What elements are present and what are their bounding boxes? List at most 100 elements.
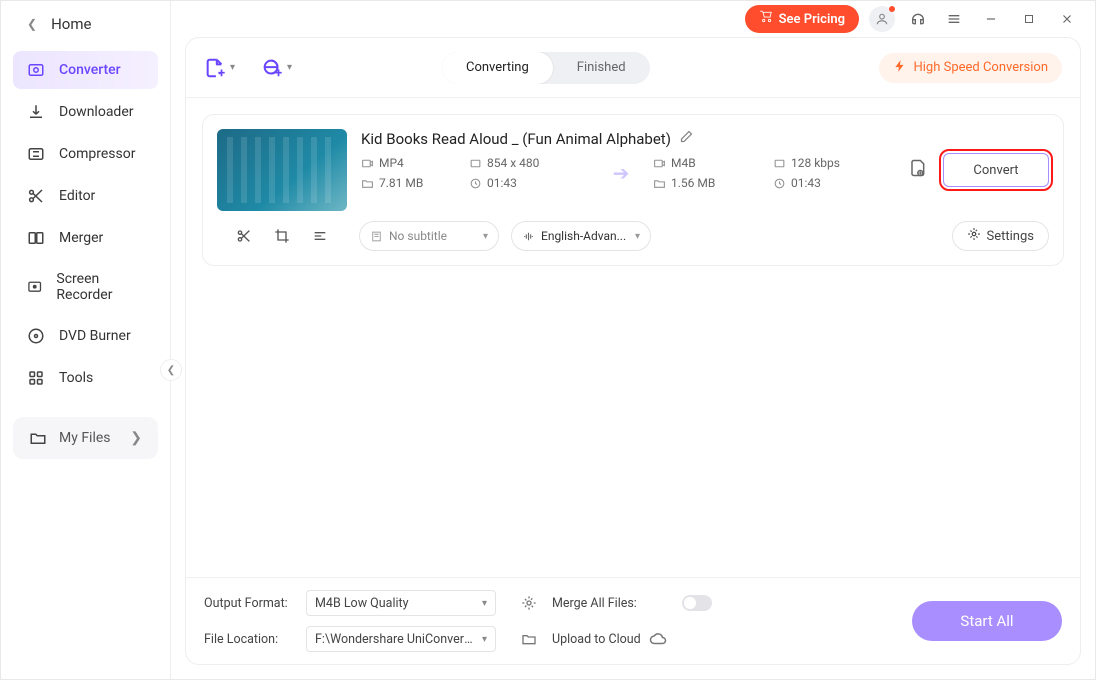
chevron-down-icon: ▾ — [230, 62, 235, 73]
arrow-right-icon: ➔ — [599, 161, 643, 185]
sidebar-nav: Converter Downloader Compressor Editor — [1, 47, 170, 405]
start-all-button[interactable]: Start All — [912, 601, 1062, 641]
record-icon — [27, 278, 42, 296]
source-format: MP4 — [361, 156, 459, 170]
edit-title-icon[interactable] — [679, 129, 694, 148]
hsc-label: High Speed Conversion — [913, 60, 1048, 75]
sidebar-item-label: Tools — [59, 370, 93, 386]
output-format-value: M4B Low Quality — [315, 596, 409, 611]
chevron-down-icon: ▾ — [482, 598, 487, 609]
see-pricing-button[interactable]: See Pricing — [745, 5, 859, 33]
settings-label: Settings — [987, 229, 1034, 244]
source-duration: 01:43 — [469, 176, 589, 190]
task-list: Kid Books Read Aloud _ (Fun Animal Alpha… — [186, 98, 1080, 282]
headset-icon[interactable] — [905, 6, 931, 32]
file-location-value: F:\Wondershare UniConverter 1 — [315, 632, 476, 647]
source-size: 7.81 MB — [361, 176, 459, 190]
add-file-button[interactable]: + ▾ — [204, 57, 235, 79]
scissors-icon — [27, 187, 45, 205]
mini-tools — [217, 228, 347, 244]
my-files-label: My Files — [59, 430, 111, 446]
task-settings-button[interactable]: Settings — [952, 221, 1049, 251]
sidebar-item-label: Converter — [59, 62, 121, 78]
gear-icon — [967, 227, 981, 245]
task-options-icon[interactable] — [907, 158, 927, 182]
target-duration: 01:43 — [773, 176, 893, 190]
add-url-button[interactable]: + ▾ — [261, 57, 292, 79]
chevron-down-icon: ▾ — [287, 62, 292, 73]
sidebar-item-screen-recorder[interactable]: Screen Recorder — [13, 261, 158, 313]
tab-converting[interactable]: Converting — [442, 52, 553, 84]
main-area: See Pricing — [171, 1, 1095, 679]
merger-icon — [27, 229, 45, 247]
compressor-icon — [27, 145, 45, 163]
sidebar-item-label: DVD Burner — [59, 328, 131, 344]
sidebar-collapse-button[interactable]: ❮ — [160, 359, 182, 381]
sidebar-item-label: Downloader — [59, 104, 134, 120]
upload-label: Upload to Cloud — [552, 632, 641, 647]
sidebar-item-compressor[interactable]: Compressor — [13, 135, 158, 173]
sidebar-item-label: Merger — [59, 230, 103, 246]
download-icon — [27, 103, 45, 121]
tabs: Converting Finished — [442, 52, 650, 84]
chevron-left-icon: ❮ — [27, 17, 37, 31]
footer-bar: Output Format: M4B Low Quality ▾ Merge A… — [186, 577, 1080, 664]
audio-icon — [522, 230, 535, 243]
subtitle-dropdown[interactable]: No subtitle ▾ — [359, 221, 499, 251]
output-settings-icon[interactable] — [516, 595, 542, 611]
effects-icon[interactable] — [312, 228, 328, 244]
source-resolution: 854 x 480 — [469, 156, 589, 170]
minimize-button[interactable] — [977, 5, 1005, 33]
home-button[interactable]: ❮ Home — [1, 1, 170, 47]
cloud-icon[interactable] — [649, 630, 667, 648]
converter-icon — [27, 61, 45, 79]
sidebar-item-editor[interactable]: Editor — [13, 177, 158, 215]
my-files-button[interactable]: My Files ❯ — [13, 417, 158, 459]
output-format-label: Output Format: — [204, 596, 296, 611]
sidebar-item-dvd-burner[interactable]: DVD Burner — [13, 317, 158, 355]
subtitle-icon — [370, 230, 383, 243]
target-format: M4B — [653, 156, 763, 170]
crop-icon[interactable] — [274, 228, 290, 244]
sidebar-item-tools[interactable]: Tools — [13, 359, 158, 397]
account-icon[interactable] — [869, 6, 895, 32]
chevron-down-icon: ▾ — [635, 231, 640, 242]
task-card: Kid Books Read Aloud _ (Fun Animal Alpha… — [202, 114, 1064, 266]
home-label: Home — [51, 15, 91, 33]
maximize-button[interactable] — [1015, 5, 1043, 33]
sidebar: ❮ Home Converter Downloader Compressor — [1, 1, 171, 679]
sidebar-item-downloader[interactable]: Downloader — [13, 93, 158, 131]
video-thumbnail[interactable] — [217, 129, 347, 211]
output-format-select[interactable]: M4B Low Quality ▾ — [306, 590, 496, 616]
chevron-down-icon: ▾ — [482, 634, 487, 645]
merge-label: Merge All Files: — [552, 596, 672, 611]
cart-icon — [759, 10, 773, 28]
menu-icon[interactable] — [941, 6, 967, 32]
open-folder-icon[interactable] — [516, 631, 542, 647]
sidebar-item-converter[interactable]: Converter — [13, 51, 158, 89]
sidebar-item-label: Compressor — [59, 146, 135, 162]
tab-finished[interactable]: Finished — [553, 52, 650, 84]
disc-icon — [27, 327, 45, 345]
subtitle-value: No subtitle — [389, 229, 447, 243]
chevron-right-icon: ❯ — [130, 430, 142, 446]
pricing-label: See Pricing — [779, 12, 845, 27]
trim-icon[interactable] — [236, 228, 252, 244]
sidebar-item-label: Editor — [59, 188, 95, 204]
content-toolbar: + ▾ + ▾ Converting Finished — [186, 38, 1080, 98]
titlebar: See Pricing — [171, 1, 1095, 37]
sidebar-item-label: Screen Recorder — [56, 271, 144, 303]
audio-value: English-Advan... — [541, 229, 626, 243]
file-location-label: File Location: — [204, 632, 296, 647]
lightning-icon — [893, 59, 907, 77]
close-button[interactable] — [1053, 5, 1081, 33]
target-bitrate: 128 kbps — [773, 156, 893, 170]
sidebar-item-merger[interactable]: Merger — [13, 219, 158, 257]
chevron-down-icon: ▾ — [483, 231, 488, 242]
convert-button[interactable]: Convert — [943, 153, 1049, 187]
file-location-select[interactable]: F:\Wondershare UniConverter 1 ▾ — [306, 626, 496, 652]
high-speed-conversion-button[interactable]: High Speed Conversion — [879, 53, 1062, 83]
folder-icon — [29, 429, 47, 447]
audio-dropdown[interactable]: English-Advan... ▾ — [511, 221, 651, 251]
merge-toggle[interactable] — [682, 595, 712, 611]
